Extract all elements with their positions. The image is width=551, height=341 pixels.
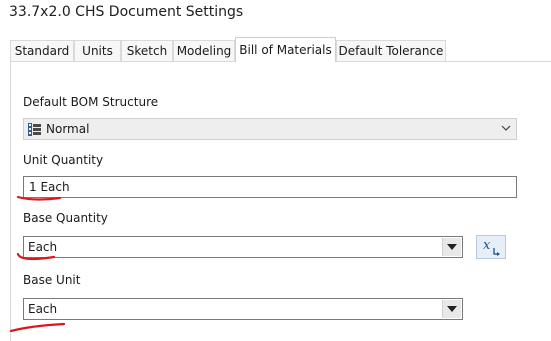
base-quantity-value: Each bbox=[28, 240, 58, 254]
fx-function-icon: x bbox=[483, 238, 491, 253]
unit-quantity-label: Unit Quantity bbox=[23, 153, 104, 167]
base-quantity-select[interactable]: Each bbox=[23, 236, 463, 258]
tab-sketch[interactable]: Sketch bbox=[121, 40, 173, 61]
fx-arrow-icon bbox=[493, 248, 500, 256]
tab-standard[interactable]: Standard bbox=[10, 40, 74, 61]
fx-function-button[interactable]: x bbox=[476, 235, 506, 259]
triangle-down-icon bbox=[447, 244, 457, 250]
triangle-down-icon bbox=[447, 306, 457, 312]
chevron-down-icon bbox=[500, 121, 512, 138]
bom-structure-value: Normal bbox=[46, 122, 90, 136]
tab-strip: Standard Units Sketch Modeling Bill of M… bbox=[10, 37, 551, 62]
base-unit-select[interactable]: Each bbox=[23, 298, 463, 320]
tab-bill-of-materials[interactable]: Bill of Materials bbox=[235, 37, 336, 62]
base-unit-label: Base Unit bbox=[23, 273, 81, 287]
default-bom-structure-label: Default BOM Structure bbox=[23, 95, 159, 109]
base-unit-dropdown-button[interactable] bbox=[442, 300, 461, 318]
unit-quantity-field[interactable]: 1 Each bbox=[23, 176, 517, 198]
tab-default-tolerance[interactable]: Default Tolerance bbox=[336, 40, 446, 61]
base-quantity-dropdown-button[interactable] bbox=[442, 238, 461, 256]
window-title: 33.7x2.0 CHS Document Settings bbox=[9, 4, 244, 20]
unit-quantity-value: 1 Each bbox=[29, 180, 70, 194]
base-unit-value: Each bbox=[28, 302, 58, 316]
base-quantity-label: Base Quantity bbox=[23, 211, 108, 225]
tab-modeling[interactable]: Modeling bbox=[173, 40, 235, 61]
tab-units[interactable]: Units bbox=[74, 40, 121, 61]
default-bom-structure-select[interactable]: Normal bbox=[23, 118, 517, 140]
bom-structure-icon bbox=[28, 123, 42, 139]
